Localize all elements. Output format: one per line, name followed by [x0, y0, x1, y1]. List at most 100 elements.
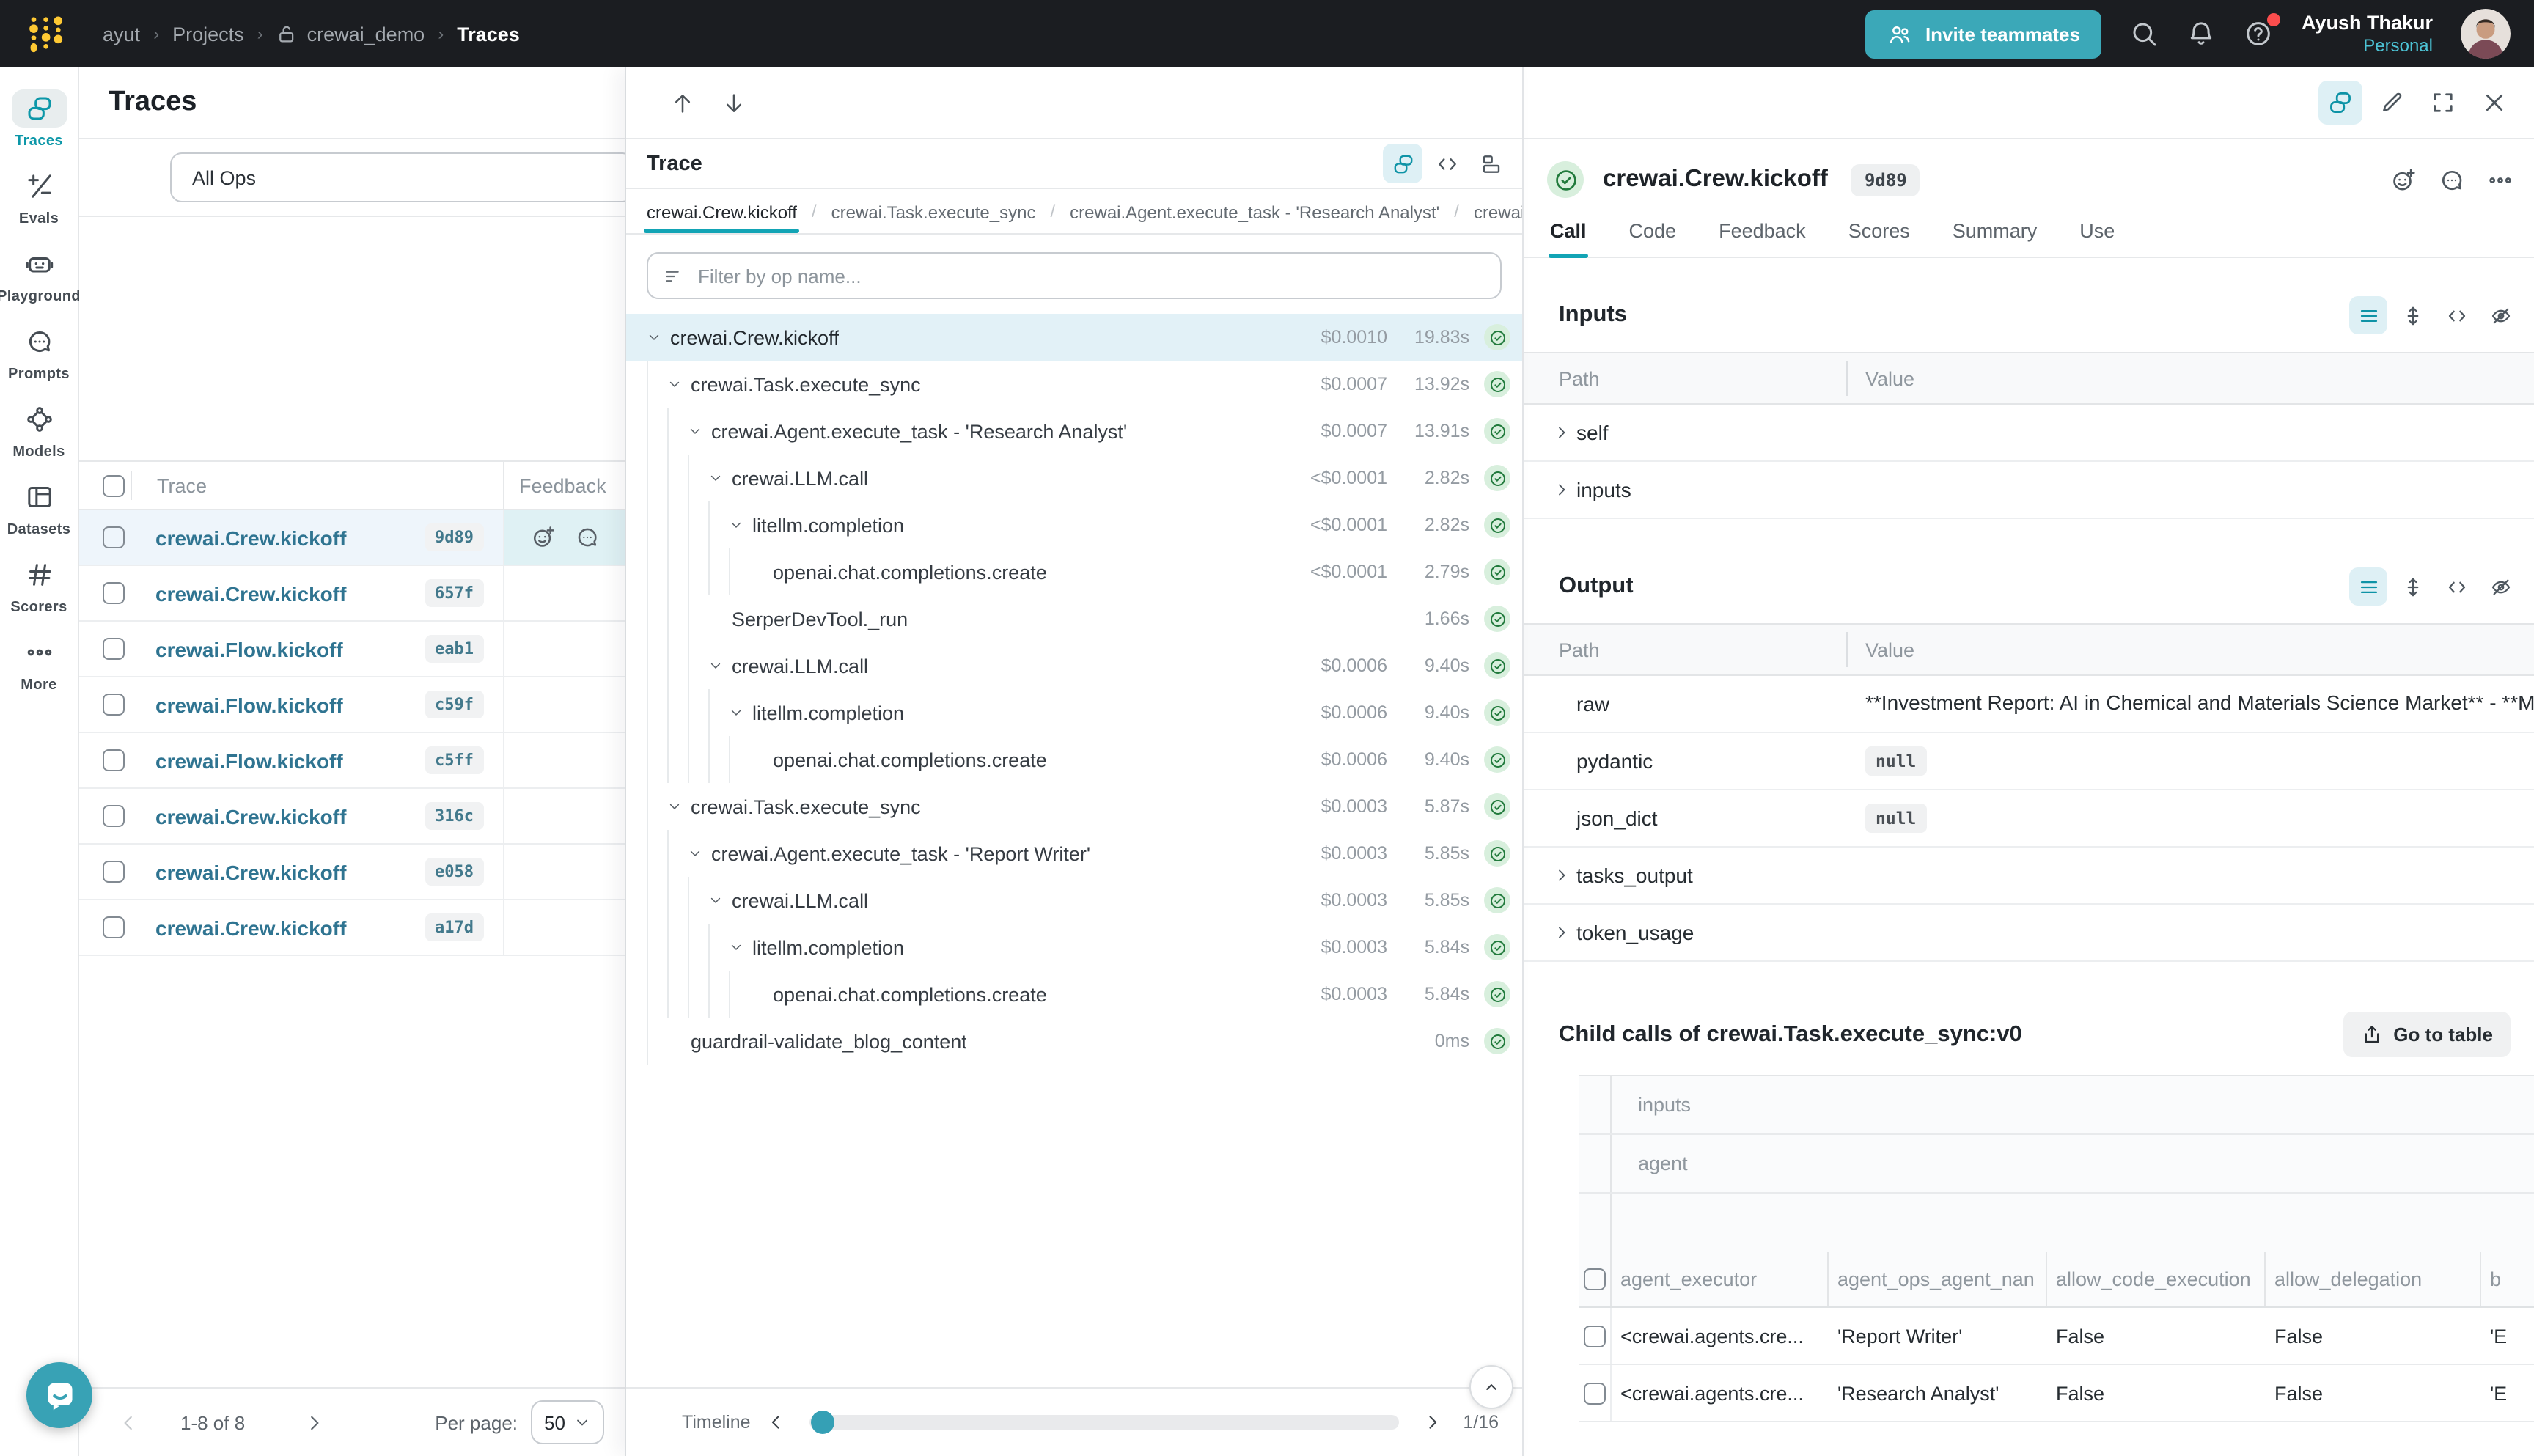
tab-code[interactable]: Code — [1628, 220, 1678, 257]
kv-row[interactable]: self — [1524, 405, 2534, 462]
timeline-slider-handle[interactable] — [811, 1411, 834, 1434]
trace-name-link[interactable]: crewai.Crew.kickoff — [155, 804, 425, 828]
sidebar-item-prompts[interactable]: Prompts — [0, 315, 78, 393]
call-id-badge[interactable]: 9d89 — [1851, 163, 1920, 196]
chevron-down-icon[interactable] — [708, 471, 723, 485]
edit-button[interactable] — [2370, 81, 2414, 125]
hide-button[interactable] — [2481, 296, 2519, 334]
tree-row[interactable]: litellm.completion $0.0003 5.84s — [626, 924, 1522, 971]
trace-crumb-tab[interactable]: crewai.Crew.kickoff — [644, 190, 800, 232]
notifications-icon[interactable] — [2187, 19, 2217, 48]
timeline-next-icon[interactable] — [1422, 1412, 1442, 1433]
split-view-button[interactable] — [2318, 81, 2362, 125]
row-checkbox[interactable] — [103, 694, 125, 716]
column-header-agent-ops-agent-nan[interactable]: agent_ops_agent_nan — [1829, 1252, 2047, 1306]
tree-row[interactable]: SerperDevTool._run 1.66s — [626, 595, 1522, 642]
code-view-button[interactable] — [2437, 567, 2475, 606]
trace-name-link[interactable]: crewai.Flow.kickoff — [155, 637, 425, 661]
trace-row[interactable]: crewai.Flow.kickoff c59f — [79, 677, 625, 733]
trace-row[interactable]: crewai.Crew.kickoff 316c — [79, 789, 625, 845]
tree-row[interactable]: openai.chat.completions.create $0.0006 9… — [626, 736, 1522, 783]
chevron-right-icon[interactable] — [1553, 481, 1571, 499]
chat-support-button[interactable] — [26, 1362, 92, 1428]
code-view-button[interactable] — [1427, 144, 1466, 183]
chevron-right-icon[interactable] — [1553, 867, 1571, 884]
kv-row[interactable]: inputs — [1524, 462, 2534, 519]
timeline-slider[interactable] — [809, 1415, 1399, 1430]
chevron-down-icon[interactable] — [729, 940, 743, 955]
chevron-down-icon[interactable] — [729, 518, 743, 532]
tree-row[interactable]: crewai.Task.execute_sync $0.0007 13.92s — [626, 361, 1522, 408]
sidebar-item-scorers[interactable]: Scorers — [0, 548, 78, 626]
code-view-button[interactable] — [2437, 296, 2475, 334]
trace-row[interactable]: crewai.Crew.kickoff a17d — [79, 900, 625, 956]
wandb-logo-icon[interactable] — [26, 14, 70, 54]
comment-icon[interactable] — [574, 525, 599, 550]
kv-row[interactable]: json_dictnull — [1524, 790, 2534, 848]
kv-row[interactable]: tasks_output — [1524, 848, 2534, 905]
trace-name-link[interactable]: crewai.Flow.kickoff — [155, 749, 425, 772]
row-checkbox[interactable] — [103, 861, 125, 883]
tab-feedback[interactable]: Feedback — [1717, 220, 1807, 257]
chevron-down-icon[interactable] — [647, 330, 661, 345]
row-checkbox[interactable] — [103, 582, 125, 604]
child-call-row[interactable]: <crewai.agents.cre...'Report Writer'Fals… — [1579, 1308, 2534, 1365]
row-checkbox[interactable] — [1584, 1325, 1606, 1347]
tree-row[interactable]: litellm.completion $0.0006 9.40s — [626, 689, 1522, 736]
emoji-add-icon[interactable] — [530, 525, 555, 550]
trace-row[interactable]: crewai.Flow.kickoff eab1 — [79, 622, 625, 677]
tab-scores[interactable]: Scores — [1847, 220, 1911, 257]
more-options-icon[interactable] — [2487, 166, 2513, 193]
chevron-down-icon[interactable] — [667, 377, 682, 391]
tree-row[interactable]: crewai.Crew.kickoff $0.0010 19.83s — [626, 314, 1522, 361]
trace-row[interactable]: crewai.Flow.kickoff c5ff — [79, 733, 625, 789]
kv-row[interactable]: pydanticnull — [1524, 733, 2534, 790]
sidebar-item-more[interactable]: More — [0, 626, 78, 704]
emoji-add-icon[interactable] — [2390, 166, 2417, 193]
trace-row[interactable]: crewai.Crew.kickoff 9d89 — [79, 510, 625, 566]
tree-row[interactable]: openai.chat.completions.create $0.0003 5… — [626, 971, 1522, 1018]
trace-crumb-tab[interactable]: crewai.Task.execute_sync — [829, 190, 1039, 232]
comment-icon[interactable] — [2439, 166, 2465, 193]
sidebar-item-evals[interactable]: Evals — [0, 160, 78, 238]
tree-row[interactable]: crewai.Agent.execute_task - 'Research An… — [626, 408, 1522, 455]
row-checkbox[interactable] — [103, 916, 125, 938]
trace-crumb-tab[interactable]: crewai.Agent.execute_task - 'Research An… — [1067, 190, 1442, 232]
list-view-button[interactable] — [2349, 296, 2387, 334]
invite-teammates-button[interactable]: Invite teammates — [1865, 10, 2102, 58]
row-checkbox[interactable] — [103, 526, 125, 548]
expand-rows-button[interactable] — [2393, 567, 2431, 606]
column-header-allow-code-execution[interactable]: allow_code_execution — [2047, 1252, 2266, 1306]
feedback-column-header[interactable]: Feedback — [503, 462, 625, 509]
trace-name-link[interactable]: crewai.Flow.kickoff — [155, 693, 425, 716]
row-checkbox[interactable] — [1584, 1382, 1606, 1404]
collapse-timeline-button[interactable] — [1469, 1365, 1513, 1409]
fullscreen-button[interactable] — [2421, 81, 2465, 125]
sidebar-item-traces[interactable]: Traces — [0, 82, 78, 160]
sidebar-item-models[interactable]: Models — [0, 393, 78, 471]
chevron-down-icon[interactable] — [667, 799, 682, 814]
breadcrumb-entity[interactable]: ayut — [103, 23, 140, 45]
row-checkbox[interactable] — [103, 749, 125, 771]
sidebar-item-playground[interactable]: Playground — [0, 238, 78, 315]
trace-column-header[interactable]: Trace — [131, 471, 503, 500]
chevron-right-icon[interactable] — [1553, 424, 1571, 441]
kv-row[interactable]: token_usage — [1524, 905, 2534, 962]
chevron-down-icon[interactable] — [688, 846, 702, 861]
trace-name-link[interactable]: crewai.Crew.kickoff — [155, 916, 425, 939]
tree-row[interactable]: crewai.Agent.execute_task - 'Report Writ… — [626, 830, 1522, 877]
next-trace-icon[interactable] — [721, 90, 746, 115]
tree-row[interactable]: crewai.LLM.call $0.0003 5.85s — [626, 877, 1522, 924]
column-header-b[interactable]: b — [2481, 1252, 2534, 1306]
tree-row[interactable]: litellm.completion <$0.0001 2.82s — [626, 501, 1522, 548]
trace-name-link[interactable]: crewai.Crew.kickoff — [155, 860, 425, 883]
child-call-row[interactable]: <crewai.agents.cre...'Research Analyst'F… — [1579, 1365, 2534, 1422]
avatar[interactable] — [2461, 9, 2511, 59]
row-checkbox[interactable] — [103, 638, 125, 660]
tab-call[interactable]: Call — [1549, 220, 1588, 257]
select-all-checkbox[interactable] — [103, 474, 125, 496]
timeline-prev-icon[interactable] — [765, 1412, 786, 1433]
tree-row[interactable]: crewai.LLM.call $0.0006 9.40s — [626, 642, 1522, 689]
user-menu[interactable]: Ayush Thakur Personal — [2302, 11, 2433, 56]
chevron-down-icon[interactable] — [708, 893, 723, 908]
